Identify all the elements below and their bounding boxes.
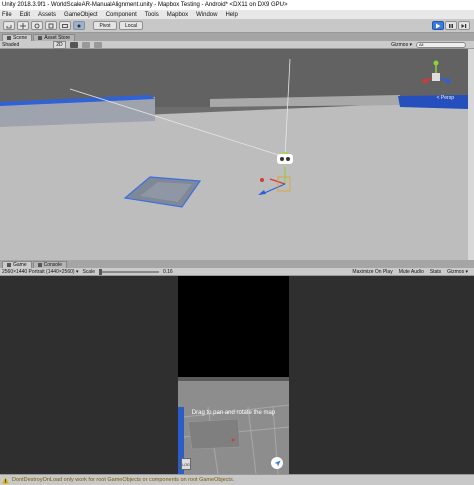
local-label: Local <box>125 22 137 29</box>
pause-button[interactable] <box>445 21 457 30</box>
menu-file[interactable]: File <box>2 12 12 18</box>
game-view[interactable]: Drag to pan and rotate the map LOG <box>0 276 474 474</box>
orientation-gizmo[interactable] <box>418 59 454 95</box>
maximize-on-play-toggle[interactable]: Maximize On Play <box>352 269 392 275</box>
scene-gizmos-dropdown[interactable]: Gizmos ▾ <box>391 42 412 48</box>
resolution-dropdown[interactable]: 2560×1440 Portrait (1440×2560) ▾ <box>2 269 78 275</box>
tab-scene[interactable]: Scene <box>2 34 33 41</box>
scale-slider[interactable] <box>98 268 159 275</box>
rotate-tool-button[interactable] <box>31 21 43 30</box>
scene-view[interactable]: < Persp <box>0 49 468 260</box>
scale-icon <box>48 23 54 28</box>
menu-edit[interactable]: Edit <box>20 12 30 18</box>
hand-tool-button[interactable] <box>3 21 15 30</box>
pivot-toggle[interactable]: Pivot <box>93 21 117 30</box>
menu-tools[interactable]: Tools <box>145 12 159 18</box>
building-block-right <box>398 95 468 109</box>
transform-icon <box>77 24 81 27</box>
scene-tab-icon <box>7 36 11 40</box>
status-bar[interactable]: DontDestroyOnLoad only work for root Gam… <box>0 474 474 485</box>
map-view[interactable]: Drag to pan and rotate the map LOG <box>178 377 289 474</box>
scene-control-bar: Shaded 2D Gizmos ▾ All <box>0 40 474 49</box>
menu-bar: File Edit Assets GameObject Component To… <box>0 10 474 19</box>
scene-tab-row: Scene Asset Store <box>0 33 474 41</box>
game-screen[interactable]: Drag to pan and rotate the map LOG <box>178 276 289 474</box>
transform-tool-button[interactable] <box>73 21 85 30</box>
step-button[interactable] <box>458 21 470 30</box>
console-tab-icon <box>37 263 42 267</box>
status-message: DontDestroyOnLoad only work for root Gam… <box>12 477 235 483</box>
map-top-border <box>178 377 289 381</box>
camera-icon <box>277 154 293 164</box>
menu-window[interactable]: Window <box>196 12 217 18</box>
effects-toggle-icon[interactable] <box>93 41 102 48</box>
scale-value: 0.16 <box>162 268 173 275</box>
tab-console[interactable]: Console <box>32 261 67 268</box>
rect-icon <box>62 23 68 28</box>
mode-2d-toggle[interactable]: 2D <box>53 40 66 49</box>
menu-assets[interactable]: Assets <box>38 12 56 18</box>
window-titlebar: Unity 2018.3.9f1 - WorldScaleAR-ManualAl… <box>0 0 474 10</box>
menu-help[interactable]: Help <box>225 12 237 18</box>
rotate-icon <box>34 23 40 28</box>
game-control-bar: 2560×1440 Portrait (1440×2560) ▾ Scale 0… <box>0 268 474 276</box>
hand-icon <box>6 24 12 28</box>
tab-game[interactable]: Game <box>2 261 32 268</box>
mute-audio-toggle[interactable]: Mute Audio <box>399 269 424 275</box>
step-icon <box>461 23 467 28</box>
axis-gizmo-icon <box>422 60 451 84</box>
pivot-label: Pivot <box>99 22 111 29</box>
scale-label: Scale <box>82 268 95 275</box>
location-arrow-icon <box>274 460 280 466</box>
shading-mode-dropdown[interactable]: Shaded <box>2 42 19 48</box>
move-icon <box>20 22 26 29</box>
asset-store-icon <box>38 36 43 40</box>
play-icon <box>436 23 441 28</box>
scale-slider-thumb[interactable] <box>98 268 102 275</box>
window-title: Unity 2018.3.9f1 - WorldScaleAR-ManualAl… <box>2 2 288 8</box>
game-tab-row: Game Console <box>0 260 474 268</box>
menu-component[interactable]: Component <box>106 12 137 18</box>
scene-canvas[interactable] <box>0 49 468 260</box>
lighting-toggle-icon[interactable] <box>69 41 78 48</box>
audio-toggle-icon[interactable] <box>81 41 90 48</box>
ground-plane <box>0 101 468 260</box>
map-block <box>187 418 241 450</box>
local-toggle[interactable]: Local <box>119 21 143 30</box>
scene-scrollbar[interactable] <box>468 49 474 260</box>
pause-icon <box>449 23 453 28</box>
play-button[interactable] <box>432 21 444 30</box>
game-gizmos-dropdown[interactable]: Gizmos ▾ <box>447 269 468 275</box>
menu-mapbox[interactable]: Mapbox <box>167 12 188 18</box>
stats-toggle[interactable]: Stats <box>430 269 441 275</box>
warning-icon <box>2 476 9 484</box>
recenter-button[interactable] <box>271 457 283 469</box>
rect-tool-button[interactable] <box>59 21 71 30</box>
log-button[interactable]: LOG <box>181 458 191 470</box>
main-toolbar: Pivot Local <box>0 19 474 33</box>
game-tab-icon <box>7 263 11 267</box>
menu-gameobject[interactable]: GameObject <box>64 12 98 18</box>
scale-tool-button[interactable] <box>45 21 57 30</box>
scene-search-input[interactable]: All <box>416 41 466 48</box>
user-location-dot <box>231 438 235 442</box>
map-hint-text: Drag to pan and rotate the map <box>191 410 276 416</box>
projection-label[interactable]: < Persp <box>437 95 454 101</box>
move-tool-button[interactable] <box>17 21 29 30</box>
